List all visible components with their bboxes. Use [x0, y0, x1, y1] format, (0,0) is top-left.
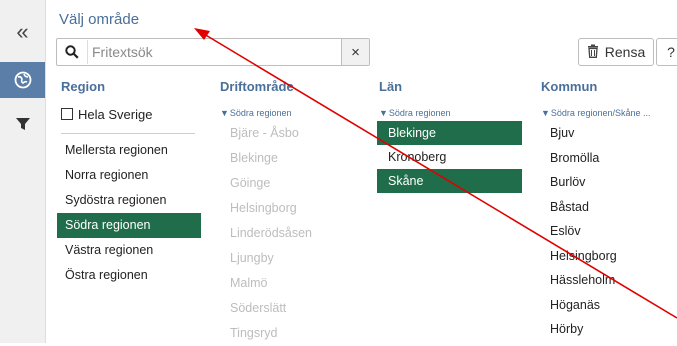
kommun-list: Bjuv Bromölla Burlöv Båstad Eslöv Helsin… — [541, 121, 677, 342]
search-icon — [57, 39, 87, 65]
panel-title: Välj område — [59, 11, 140, 28]
lan-item[interactable]: Blekinge — [377, 121, 522, 145]
list-item: Söderslätt — [230, 301, 287, 315]
kommun-item[interactable]: Helsingborg — [541, 244, 677, 269]
lan-filter-label: Södra regionen — [388, 108, 451, 118]
kommun-item[interactable]: Bjuv — [541, 121, 677, 146]
region-header: Region — [61, 79, 106, 94]
hela-sverige-label: Hela Sverige — [78, 106, 153, 122]
list-item: Helsingborg — [230, 201, 297, 215]
kommun-header: Kommun — [541, 79, 598, 94]
list-item: Malmö — [230, 276, 268, 290]
hela-sverige-checkbox[interactable] — [61, 108, 73, 120]
list-item: Tingsryd — [230, 326, 278, 340]
kommun-column: Kommun ▼ Södra regionen/Skåne ... Bjuv B… — [541, 79, 677, 342]
region-item[interactable]: Mellersta regionen — [57, 138, 201, 163]
kommun-item[interactable]: Höganäs — [541, 293, 677, 318]
region-list: Mellersta regionen Norra regionen Sydöst… — [57, 138, 201, 288]
list-item: Bjäre - Åsbo — [230, 126, 299, 140]
filter-icon: ▼ — [379, 108, 388, 118]
kommun-item[interactable]: Hässleholm — [541, 268, 677, 293]
region-item[interactable]: Södra regionen — [57, 213, 201, 238]
hela-sverige-option[interactable]: Hela Sverige — [61, 105, 201, 123]
kommun-filter-label: Södra regionen/Skåne ... — [550, 108, 651, 118]
filter-icon: ▼ — [220, 108, 229, 118]
rensa-label: Rensa — [604, 44, 646, 60]
help-button[interactable]: ? — [656, 38, 677, 66]
region-item[interactable]: Västra regionen — [57, 238, 201, 263]
list-item: Ljungby — [230, 251, 274, 265]
region-column: Region Hela Sverige Mellersta regionen N… — [57, 79, 201, 288]
driftomrade-filter[interactable]: ▼ Södra regionen — [220, 107, 360, 119]
kommun-filter[interactable]: ▼ Södra regionen/Skåne ... — [541, 107, 677, 119]
divider — [61, 133, 195, 134]
lan-list: Blekinge Kronoberg Skåne — [377, 121, 524, 193]
driftomrade-filter-label: Södra regionen — [229, 108, 292, 118]
search-box: × — [56, 38, 370, 66]
driftomrade-header: Driftområde — [220, 79, 294, 94]
left-rail: « — [0, 0, 46, 343]
globe-icon[interactable] — [0, 62, 45, 98]
driftomrade-column: Driftområde ▼ Södra regionen Bjäre - Åsb… — [220, 79, 360, 346]
list-item: Göinge — [230, 176, 271, 190]
driftomrade-list: Bjäre - Åsbo Blekinge Göinge Helsingborg… — [220, 121, 360, 346]
region-item[interactable]: Sydöstra regionen — [57, 188, 201, 213]
kommun-item[interactable]: Hörby — [541, 317, 677, 342]
trash-icon — [587, 44, 599, 61]
lan-column: Län ▼ Södra regionen Blekinge Kronoberg … — [377, 79, 524, 193]
clear-search-button[interactable]: × — [341, 39, 369, 65]
filter-icon[interactable] — [0, 106, 45, 142]
list-item: Linderödsåsen — [230, 226, 313, 240]
lan-filter[interactable]: ▼ Södra regionen — [379, 107, 524, 119]
filter-icon: ▼ — [541, 108, 550, 118]
kommun-item[interactable]: Båstad — [541, 195, 677, 220]
kommun-item[interactable]: Eslöv — [541, 219, 677, 244]
lan-item[interactable]: Kronoberg — [377, 145, 522, 169]
lan-item[interactable]: Skåne — [377, 169, 522, 193]
list-item: Blekinge — [230, 151, 278, 165]
region-item[interactable]: Östra regionen — [57, 263, 201, 288]
search-input[interactable] — [87, 40, 342, 64]
region-item[interactable]: Norra regionen — [57, 163, 201, 188]
lan-header: Län — [379, 79, 403, 94]
kommun-item[interactable]: Bromölla — [541, 146, 677, 171]
rensa-button[interactable]: Rensa — [578, 38, 654, 66]
kommun-item[interactable]: Burlöv — [541, 170, 677, 195]
double-chevron-left-icon[interactable]: « — [0, 14, 45, 50]
